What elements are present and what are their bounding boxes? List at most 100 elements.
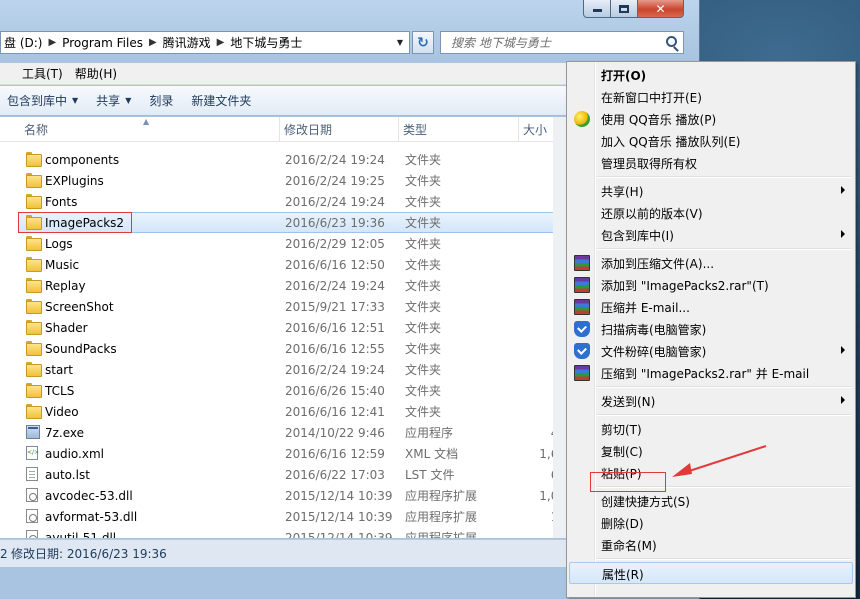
file-name: ScreenShot (45, 299, 114, 314)
table-row[interactable]: Music 2016/6/16 12:50 文件夹 (0, 254, 566, 275)
context-menu-item[interactable]: 发送到(N) (569, 390, 853, 412)
column-name[interactable]: 名称 (20, 117, 279, 142)
include-in-library-button[interactable]: 包含到库中 ▼ (0, 92, 87, 109)
table-row[interactable]: SoundPacks 2016/6/16 12:55 文件夹 (0, 338, 566, 359)
context-menu-item[interactable]: 共享(H) (569, 180, 853, 202)
search-box[interactable] (440, 31, 684, 54)
submenu-arrow-icon (841, 396, 845, 404)
new-folder-button[interactable]: 新建文件夹 (182, 92, 260, 109)
folder-icon (26, 299, 42, 314)
close-icon: ✕ (655, 1, 666, 16)
folder-icon (26, 173, 42, 188)
context-menu-item-label: 包含到库中(I) (601, 228, 674, 243)
context-menu-item-label: 重命名(M) (601, 538, 657, 553)
table-row[interactable]: audio.xml2016/6/16 12:59XML 文档1,63 (0, 443, 566, 464)
column-date-label: 修改日期 (284, 123, 333, 137)
annotation-highlight-paste (590, 472, 666, 492)
minimize-button[interactable] (583, 0, 611, 18)
breadcrumb-separator-icon[interactable]: ▶ (214, 37, 228, 48)
table-row[interactable]: Fonts 2016/2/24 19:24 文件夹 (0, 191, 566, 212)
table-row[interactable]: TCLS 2016/6/26 15:40 文件夹 (0, 380, 566, 401)
file-name: EXPlugins (45, 173, 104, 188)
context-menu-item[interactable]: 删除(D) (569, 512, 853, 534)
file-name: 7z.exe (45, 425, 85, 440)
table-row[interactable]: avutil-51.dll 2015/12/14 10:39 应用程序扩展 (0, 527, 566, 538)
search-input[interactable] (451, 35, 651, 50)
table-row[interactable]: start 2016/2/24 19:24 文件夹 (0, 359, 566, 380)
refresh-button[interactable]: ↻ (412, 31, 434, 54)
table-row[interactable]: avformat-53.dll2015/12/14 10:39应用程序扩展18 (0, 506, 566, 527)
file-type: 文件夹 (405, 405, 442, 419)
table-row[interactable]: Video 2016/6/16 12:41 文件夹 (0, 401, 566, 422)
context-menu-item[interactable]: 剪切(T) (569, 418, 853, 440)
context-menu-item[interactable]: 添加到压缩文件(A)... (569, 252, 853, 274)
table-row[interactable]: EXPlugins 2016/2/24 19:25 文件夹 (0, 170, 566, 191)
table-row[interactable]: auto.lst2016/6/22 17:03LST 文件64 (0, 464, 566, 485)
breadcrumb-separator-icon[interactable]: ▶ (146, 37, 160, 48)
menu-help[interactable]: 帮助(H) (69, 65, 123, 82)
breadcrumb-item[interactable]: 地下城与勇士 (227, 34, 305, 51)
table-row[interactable]: Shader 2016/6/16 12:51 文件夹 (0, 317, 566, 338)
maximize-button[interactable] (611, 0, 638, 18)
context-menu-item[interactable]: 重命名(M) (569, 534, 853, 556)
column-type[interactable]: 类型 (398, 117, 518, 142)
share-button[interactable]: 共享 ▼ (87, 92, 140, 109)
table-row[interactable]: ScreenShot 2015/9/21 17:33 文件夹 (0, 296, 566, 317)
breadcrumb: 盘 (D:) ▶ Program Files ▶ 腾讯游戏 ▶ 地下城与勇士 (1, 32, 305, 53)
breadcrumb-item[interactable]: Program Files (59, 36, 146, 50)
file-type: 文件夹 (405, 300, 442, 314)
file-date: 2016/6/16 12:55 (285, 341, 385, 356)
context-menu-item[interactable]: 创建快捷方式(S) (569, 490, 853, 512)
winrar-icon (574, 365, 590, 381)
qq-music-icon (574, 111, 590, 127)
search-icon[interactable] (666, 36, 677, 47)
context-menu-item[interactable]: 加入 QQ音乐 播放队列(E) (569, 130, 853, 152)
breadcrumb-separator-icon[interactable]: ▶ (45, 37, 59, 48)
menu-separator (597, 176, 851, 178)
folder-icon (26, 341, 42, 356)
file-type: 文件夹 (405, 195, 442, 209)
table-row[interactable]: components 2016/2/24 19:24 文件夹 (0, 149, 566, 170)
context-menu-item[interactable]: 使用 QQ音乐 播放(P) (569, 108, 853, 130)
file-type: 文件夹 (405, 342, 442, 356)
context-menu-item[interactable]: 压缩到 "ImagePacks2.rar" 并 E-mail (569, 362, 853, 384)
context-menu-item-label: 扫描病毒(电脑管家) (601, 322, 707, 337)
context-menu-item-label: 打开(O) (601, 68, 647, 83)
breadcrumb-item[interactable]: 腾讯游戏 (160, 34, 214, 51)
context-menu-item[interactable]: 添加到 "ImagePacks2.rar"(T) (569, 274, 853, 296)
context-menu-item[interactable]: 扫描病毒(电脑管家) (569, 318, 853, 340)
burn-button[interactable]: 刻录 (140, 92, 182, 109)
close-button[interactable]: ✕ (638, 0, 684, 18)
menu-tools[interactable]: 工具(T) (0, 65, 69, 82)
breadcrumb-item[interactable]: 盘 (D:) (1, 34, 45, 51)
file-date: 2016/6/26 15:40 (285, 383, 385, 398)
vertical-scrollbar[interactable] (553, 117, 566, 538)
menu-separator (597, 386, 851, 388)
file-type: 应用程序扩展 (405, 510, 478, 524)
chevron-down-icon: ▼ (72, 96, 79, 105)
column-date[interactable]: 修改日期 (279, 117, 398, 142)
file-name: Shader (45, 320, 88, 335)
context-menu-item[interactable]: 还原以前的版本(V) (569, 202, 853, 224)
file-type: 应用程序扩展 (405, 489, 478, 503)
table-row[interactable]: Logs 2016/2/29 12:05 文件夹 (0, 233, 566, 254)
table-row[interactable]: avcodec-53.dll2015/12/14 10:39应用程序扩展1,07 (0, 485, 566, 506)
address-dropdown-icon[interactable]: ▼ (391, 32, 409, 53)
folder-icon (26, 362, 42, 377)
table-row[interactable]: 7z.exe2014/10/22 9:46应用程序48 (0, 422, 566, 443)
context-menu-item[interactable]: 在新窗口中打开(E) (569, 86, 853, 108)
context-menu-item-label: 剪切(T) (601, 422, 642, 437)
context-menu-item[interactable]: 文件粉碎(电脑管家) (569, 340, 853, 362)
context-menu-item[interactable]: 包含到库中(I) (569, 224, 853, 246)
context-menu-item-label: 管理员取得所有权 (601, 156, 698, 171)
column-headers: ▲ 名称 修改日期 类型 大小 (0, 117, 566, 142)
table-row[interactable]: Replay 2016/2/24 19:24 文件夹 (0, 275, 566, 296)
include-in-library-label: 包含到库中 (7, 94, 68, 108)
shield-icon (574, 321, 590, 337)
context-menu-item[interactable]: 管理员取得所有权 (569, 152, 853, 174)
table-row[interactable]: ImagePacks2 2016/6/23 19:36 文件夹 (0, 212, 566, 233)
context-menu-item[interactable]: 属性(R) (569, 562, 853, 584)
context-menu-item[interactable]: 打开(O) (569, 64, 853, 86)
context-menu-item[interactable]: 压缩并 E-mail... (569, 296, 853, 318)
address-bar[interactable]: 盘 (D:) ▶ Program Files ▶ 腾讯游戏 ▶ 地下城与勇士 ▼ (0, 31, 410, 54)
